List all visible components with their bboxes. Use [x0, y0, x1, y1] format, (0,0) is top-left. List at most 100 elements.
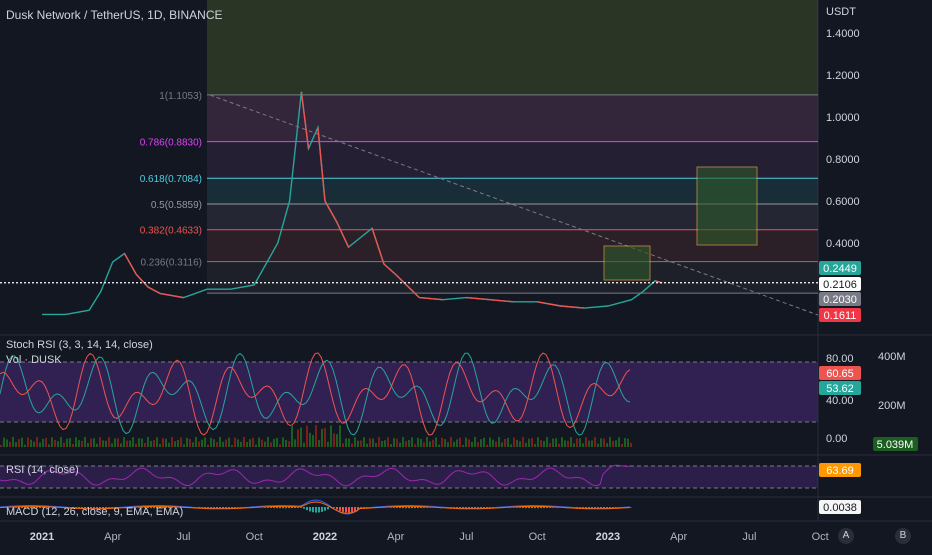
volume-bar	[123, 437, 125, 447]
volume-bar	[225, 439, 227, 447]
volume-bar	[327, 441, 329, 447]
stoch-rsi-label[interactable]: Stoch RSI (3, 3, 14, 14, close)	[6, 339, 153, 351]
volume-bar	[111, 443, 113, 447]
volume-bar	[519, 441, 521, 447]
volume-bar	[273, 438, 275, 447]
price-down-segment	[537, 301, 561, 307]
price-down-segment	[159, 292, 184, 299]
volume-bar	[318, 440, 320, 447]
volume-bar	[603, 438, 605, 447]
time-tick-label: Oct	[812, 531, 829, 543]
volume-bar	[186, 437, 188, 447]
volume-bar	[153, 440, 155, 447]
volume-bar	[336, 434, 338, 447]
volume-bar	[351, 443, 353, 447]
volume-bar	[423, 442, 425, 447]
volume-bar	[222, 441, 224, 447]
volume-bar	[348, 438, 350, 447]
volume-bar	[315, 425, 317, 447]
volume-bar	[210, 437, 212, 447]
volume-bar	[393, 438, 395, 447]
volume-bar	[216, 442, 218, 447]
rsi-value: 63.69	[826, 465, 854, 477]
volume-bar	[606, 443, 608, 447]
volume-bar	[573, 443, 575, 447]
volume-bar	[63, 442, 65, 447]
macd-histogram-bar	[348, 507, 350, 513]
macd-histogram-bar	[525, 507, 527, 509]
volume-bar	[333, 433, 335, 447]
macd-histogram-bar	[417, 507, 419, 509]
macd-histogram-bar	[306, 507, 308, 511]
volume-bar	[600, 438, 602, 447]
volume-bar	[444, 439, 446, 447]
volume-bar	[177, 439, 179, 447]
volume-bar	[66, 438, 68, 447]
price-tick-label: 1.2000	[826, 70, 860, 82]
volume-bar	[402, 437, 404, 447]
volume-bar	[114, 438, 116, 447]
time-tick-label: 2022	[313, 531, 337, 543]
macd-histogram-bar	[408, 507, 410, 509]
volume-bar	[576, 438, 578, 447]
volume-bar	[342, 443, 344, 447]
fib-level-label: 0.786(0.8830)	[140, 138, 202, 149]
volume-bar	[204, 437, 206, 447]
volume-bar	[51, 437, 53, 447]
volume-bar	[438, 444, 440, 447]
volume-bar	[195, 437, 197, 447]
volume-bar	[171, 437, 173, 447]
chart-svg[interactable]: 1(1.1053) 0.786(0.8830) 0.618(0.7084) 0.5(0…	[0, 0, 932, 550]
macd-histogram-bar	[336, 507, 338, 510]
volume-bar	[594, 437, 596, 447]
macd-histogram-bar	[285, 507, 287, 509]
volume-bar	[189, 438, 191, 447]
rsi-label[interactable]: RSI (14, close)	[6, 464, 79, 476]
volume-bar	[408, 439, 410, 447]
volume-bar	[267, 437, 269, 447]
volume-bar	[465, 437, 467, 447]
auto-scale-button[interactable]: A	[838, 528, 854, 544]
volume-bar	[132, 437, 134, 447]
volume-bar	[183, 444, 185, 447]
volume-bar	[450, 437, 452, 447]
macd-histogram-bar	[414, 507, 416, 509]
volume-bar	[90, 438, 92, 447]
fib-level-label: 0.618(0.7084)	[140, 174, 202, 185]
volume-bar	[246, 442, 248, 447]
log-scale-button[interactable]: B	[895, 528, 911, 544]
volume-bar	[462, 444, 464, 447]
macd-histogram-bar	[351, 507, 353, 513]
macd-histogram-bar	[270, 507, 272, 508]
volume-bar	[207, 444, 209, 447]
macd-histogram-bar	[354, 507, 356, 512]
volume-bar	[387, 437, 389, 447]
fib-level-label: 0.236(0.3116)	[140, 258, 202, 269]
volume-bar	[459, 437, 461, 447]
price-down-segment	[123, 253, 137, 275]
volume-bar	[567, 440, 569, 447]
volume-bar	[405, 441, 407, 447]
volume-bar	[120, 443, 122, 447]
volume-bar	[591, 440, 593, 447]
volume-tick-label: 400M	[878, 351, 906, 363]
volume-label[interactable]: Vol · DUSK	[6, 354, 62, 366]
volume-bar	[75, 437, 77, 447]
volume-bar	[93, 438, 95, 447]
volume-bar	[378, 437, 380, 447]
stoch-d-value: 53.62	[826, 383, 854, 395]
volume-bar	[201, 439, 203, 447]
volume-bar	[54, 439, 56, 447]
macd-label[interactable]: MACD (12, 26, close, 9, EMA, EMA)	[6, 506, 183, 518]
volume-bar	[159, 444, 161, 447]
volume-bar	[300, 427, 302, 447]
volume-bar	[441, 437, 443, 447]
volume-bar	[321, 428, 323, 447]
volume-bar	[219, 437, 221, 447]
macd-histogram-bar	[315, 507, 317, 513]
time-tick-label: 2023	[596, 531, 620, 543]
volume-bar	[309, 432, 311, 447]
volume-bar	[228, 437, 230, 447]
macd-histogram-bar	[312, 507, 314, 513]
volume-bar	[495, 441, 497, 447]
